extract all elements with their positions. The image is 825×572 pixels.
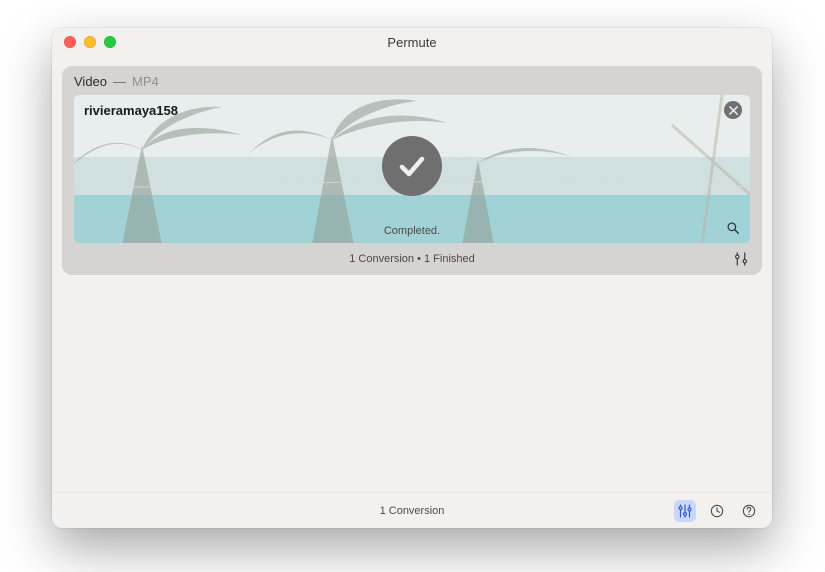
format-label: MP4 [132,74,159,89]
conversion-group-header[interactable]: Video — MP4 [62,66,762,95]
presets-button[interactable] [674,500,696,522]
bottom-toolbar [674,500,760,522]
drop-zone[interactable] [52,275,772,492]
help-icon [741,503,757,519]
settings-sliders-icon [732,250,750,268]
checkmark-icon [396,150,428,182]
item-filename: rivieramaya158 [84,103,178,118]
magnifier-icon [726,221,740,235]
bottom-bar: 1 Conversion [52,492,772,528]
conversion-group-footer: 1 Conversion • 1 Finished [62,243,762,275]
conversion-group-card: Video — MP4 [62,66,762,275]
bottom-summary: 1 Conversion [380,505,445,517]
separator: — [113,74,126,89]
traffic-lights [64,36,116,48]
titlebar: Permute [52,28,772,56]
help-button[interactable] [738,500,760,522]
remove-item-button[interactable] [724,101,742,119]
presets-icon [676,502,694,520]
group-settings-button[interactable] [732,250,750,268]
item-status: Completed. [74,225,750,237]
history-icon [709,503,725,519]
completed-badge [382,136,442,196]
window-zoom-button[interactable] [104,36,116,48]
close-icon [729,106,738,115]
window-close-button[interactable] [64,36,76,48]
reveal-in-finder-button[interactable] [724,219,742,237]
group-summary: 1 Conversion • 1 Finished [349,253,475,265]
window-title: Permute [52,35,772,50]
history-button[interactable] [706,500,728,522]
category-label: Video [74,74,107,89]
conversion-item[interactable]: rivieramaya158 Completed. [74,95,750,243]
app-window: Permute Video — MP4 [52,28,772,528]
window-minimize-button[interactable] [84,36,96,48]
